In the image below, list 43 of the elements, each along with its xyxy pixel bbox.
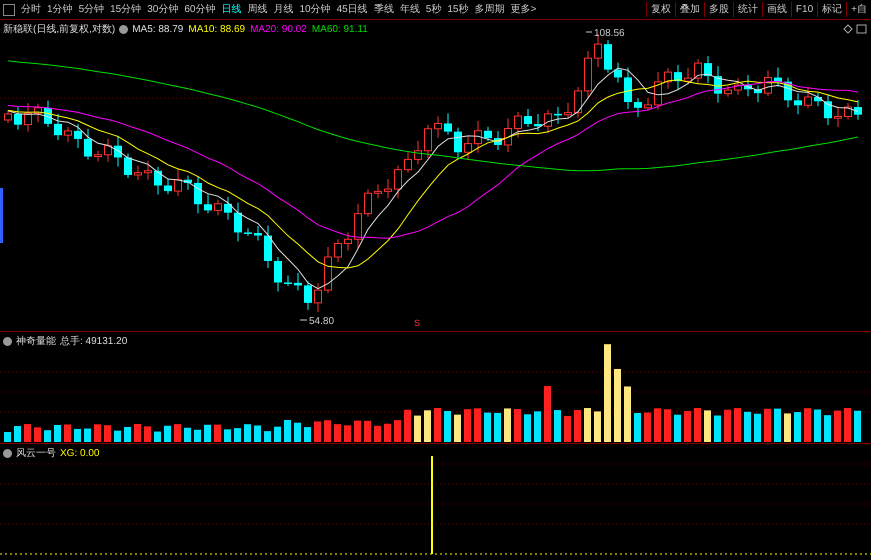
indicator-name: 风云一号: [16, 447, 56, 461]
period-tab[interactable]: 周线: [244, 2, 270, 17]
toolbar-button[interactable]: 叠加: [674, 2, 704, 17]
period-tab[interactable]: 多周期: [471, 2, 508, 17]
period-tab[interactable]: 45日线: [334, 2, 371, 17]
toolbar-button[interactable]: 标记: [817, 2, 846, 17]
settings-icon[interactable]: [119, 25, 128, 34]
period-tab[interactable]: 季线: [370, 2, 397, 17]
toolbar-button[interactable]: +自: [846, 2, 871, 17]
toolbar-button[interactable]: 统计: [732, 2, 762, 17]
indicator-value: XG: 0.00: [60, 447, 100, 461]
period-tab[interactable]: 15秒: [444, 2, 472, 17]
indicator-name: 神奇量能: [16, 334, 56, 349]
period-tab[interactable]: 10分钟: [296, 2, 334, 17]
period-tab[interactable]: 5分钟: [76, 2, 108, 17]
signal-marker: S: [414, 318, 420, 328]
period-tab[interactable]: 60分钟: [181, 2, 218, 17]
period-tab[interactable]: 月线: [270, 2, 296, 17]
menu-icon[interactable]: [3, 4, 15, 16]
period-tab[interactable]: 5秒: [422, 2, 444, 17]
ma-legend-item: MA20: 90.02: [250, 23, 307, 37]
stock-title: 新稳联(日线,前复权,对数): [3, 22, 116, 37]
toolbar-button[interactable]: 复权: [646, 2, 675, 17]
ma-legend-item: MA10: 88.69: [188, 23, 246, 37]
period-tab[interactable]: 15分钟: [107, 2, 144, 17]
pane-options-icon[interactable]: [843, 24, 867, 34]
period-tab[interactable]: 日线: [218, 2, 244, 17]
ma-legend-item: MA5: 88.79: [132, 23, 184, 37]
period-tab[interactable]: 1分钟: [44, 2, 76, 17]
period-tab[interactable]: 更多>: [507, 2, 540, 17]
scroll-indicator: [0, 188, 3, 243]
settings-icon[interactable]: [3, 449, 12, 458]
indicator-value: 总手: 49131.20: [60, 334, 128, 349]
toolbar-button[interactable]: 多股: [704, 2, 733, 17]
ma-legend-item: MA60: 91.11: [312, 23, 368, 37]
settings-icon[interactable]: [3, 337, 12, 346]
toolbar-button[interactable]: F10: [790, 2, 818, 17]
period-tab[interactable]: 分时: [18, 2, 44, 17]
price-low-label: 54.80: [300, 316, 334, 327]
period-tab[interactable]: 年线: [396, 2, 423, 17]
period-tab[interactable]: 30分钟: [144, 2, 182, 17]
price-high-label: 108.56: [586, 28, 625, 39]
toolbar-button[interactable]: 画线: [762, 2, 791, 17]
